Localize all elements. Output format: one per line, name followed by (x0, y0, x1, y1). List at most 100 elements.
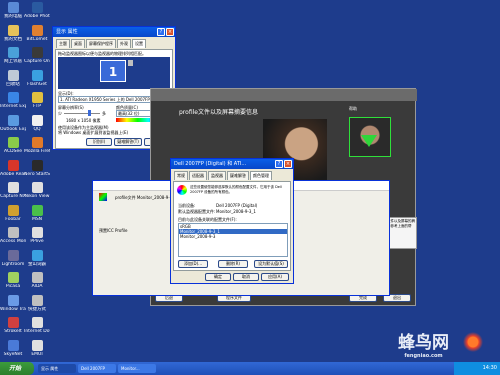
desktop-icon[interactable]: BitComet (24, 24, 50, 42)
desktop-icon[interactable]: 网上邻居 (0, 47, 26, 64)
task-monitor[interactable]: Monitor... (118, 364, 156, 373)
app-icon (7, 114, 19, 126)
task-display-properties[interactable]: 显示 属性 (38, 364, 76, 373)
dell-close-button[interactable]: × (284, 160, 292, 168)
desktop-icon[interactable]: Lightroom (0, 249, 26, 267)
app-icon (31, 339, 43, 351)
app-icon (7, 339, 19, 351)
tab-troubleshoot[interactable]: 疑难解答 (227, 171, 249, 180)
desktop-icon[interactable]: Outlook Express (0, 114, 26, 132)
dell-cancel-button[interactable]: 取消 (233, 273, 259, 281)
clock: 14:30 (482, 365, 497, 371)
desktop-icon[interactable]: Internet Download (24, 317, 50, 334)
desktop-icon[interactable]: StrokeIt (0, 317, 26, 334)
desktop-icon-label: Internet Download (24, 329, 50, 334)
system-tray: 14:30 (454, 362, 500, 375)
desktop-icon[interactable]: Window Tray (0, 294, 26, 312)
desktop-icon[interactable]: 金山词霸 (24, 249, 50, 267)
app-icon (7, 24, 19, 36)
app-icon (7, 317, 19, 328)
app-icon (31, 182, 43, 193)
desktop-icon[interactable]: Mozilla Firefox (24, 137, 50, 154)
tab-screensaver[interactable]: 屏幕保护程序 (86, 39, 116, 48)
app-icon (31, 227, 43, 238)
remove-profile-button[interactable]: 删除(R) (218, 260, 248, 268)
desktop-icon-label: Nikon View (24, 194, 50, 199)
app-icon (7, 227, 19, 238)
task-dell[interactable]: Dell 2007FP (78, 364, 116, 373)
identify-button[interactable]: 识别(I) (86, 138, 112, 146)
desktop-icon-label: Mozilla Firefox (24, 149, 50, 154)
app-icon (7, 249, 19, 261)
desktop-icon[interactable]: Picasa (0, 272, 26, 289)
desktop-icon-label: 金山词霸 (28, 261, 46, 267)
desktop-icon[interactable]: Internet Explorer (0, 92, 26, 109)
default-profile-label: 默认监视器配置文件: (178, 209, 216, 214)
troubleshoot-button[interactable]: 疑难解答(T) (114, 138, 142, 146)
desktop-icon-label: PPlive (30, 239, 44, 244)
desktop-icon[interactable]: EMUI (24, 339, 50, 357)
tab-settings[interactable]: 设置 (132, 39, 146, 48)
desktop-icon-label: FlashGet (27, 81, 47, 87)
tab-adapter[interactable]: 适配器 (189, 171, 207, 180)
desktop-icon[interactable]: 回收站 (0, 69, 26, 87)
desktop-icon[interactable]: 我的文档 (0, 24, 26, 42)
desktop-icon[interactable]: SkyeNet (0, 339, 26, 357)
desktop-icon[interactable]: Adobe Photo (24, 2, 50, 19)
tab-theme[interactable]: 主题 (56, 39, 70, 48)
monitor-2-icon[interactable] (128, 60, 133, 66)
desktop-icon-label: Capture One (24, 59, 50, 64)
desktop-icon[interactable]: ACDSee (0, 137, 26, 154)
tab-appearance[interactable]: 外观 (117, 39, 131, 48)
slider-thumb[interactable] (88, 110, 91, 116)
desktop-icon[interactable]: Capture NX (0, 182, 26, 199)
app-icon (31, 294, 43, 306)
app-icon (31, 272, 43, 283)
profile-list-item[interactable]: Monitor_2008-9-3 (179, 234, 287, 239)
desktop-icon-label: 网上邻居 (4, 59, 22, 64)
start-button[interactable]: 开始 (0, 362, 34, 375)
desktop-icon[interactable]: 快捷方式 (24, 294, 50, 312)
desktop-icon[interactable]: Adobe Reader 6 (0, 159, 26, 177)
desktop-icon[interactable]: PPlive (24, 227, 50, 244)
desktop-icon-label: MSN (31, 216, 43, 222)
app-icon (7, 69, 19, 81)
help-button[interactable]: ? (157, 28, 165, 36)
monitor-1-icon[interactable]: 1 (100, 60, 126, 82)
desktop-icon[interactable]: Capture One (24, 47, 50, 64)
dell-apply-button[interactable]: 应用(A) (261, 273, 289, 281)
resolution-slider[interactable] (64, 110, 100, 116)
add-profile-button[interactable]: 添加(D)... (178, 260, 208, 268)
app-icon (7, 2, 19, 13)
desktop-icon[interactable]: FTP (24, 92, 50, 109)
desktop-icon[interactable]: FlashGet (24, 69, 50, 87)
desktop-icon[interactable]: 我的电脑 (0, 2, 26, 19)
desktop-icon-label: Capture NX (0, 194, 26, 199)
desktop-icon[interactable]: Nikon View (24, 182, 50, 199)
close-button[interactable]: × (166, 28, 174, 36)
desktop-icon-label: Internet Explorer (0, 104, 26, 109)
dell-title-bar: Dell 2007FP (Digital) 和 ATI... ? × (171, 159, 293, 169)
desktop-icon[interactable]: Nero StartSm (24, 159, 50, 177)
tab-monitor[interactable]: 监视器 (208, 171, 226, 180)
calibration-header (151, 89, 417, 101)
checkbox-extend[interactable]: 将 Windows 桌面扩展到该监视器上(E) (58, 130, 128, 136)
dell-help-button[interactable]: ? (275, 160, 283, 168)
color-management-panel: 这些设置使您能够选择默认的颜色配置文件，它用于该 Dell 2007FP 设备的… (173, 181, 291, 271)
set-default-button[interactable]: 设为默认值(S) (254, 260, 288, 268)
tab-desktop[interactable]: 桌面 (71, 39, 85, 48)
tab-color-management[interactable]: 颜色管理 (250, 171, 272, 180)
desktop-icon[interactable]: AIDA (24, 272, 50, 289)
fengniao-logo-icon (462, 332, 484, 352)
dell-ok-button[interactable]: 确定 (205, 273, 231, 281)
desktop-icon-label: Access Monitor (0, 239, 26, 244)
desktop-icon[interactable]: MSN (24, 204, 50, 222)
profile-item[interactable]: 预置ICC Profile (99, 228, 127, 234)
desktop-icon-label: Adobe Reader 6 (0, 171, 26, 177)
watermark-url: fengniao.com (404, 353, 443, 359)
profile-list[interactable]: sRGB Monitor_2008-9-3_1 Monitor_2008-9-3 (178, 223, 288, 257)
desktop-icon[interactable]: QQ (24, 114, 50, 132)
desktop-icon[interactable]: Foobar (0, 204, 26, 222)
desktop-icon[interactable]: Access Monitor (0, 227, 26, 244)
tab-general[interactable]: 常规 (174, 171, 188, 180)
